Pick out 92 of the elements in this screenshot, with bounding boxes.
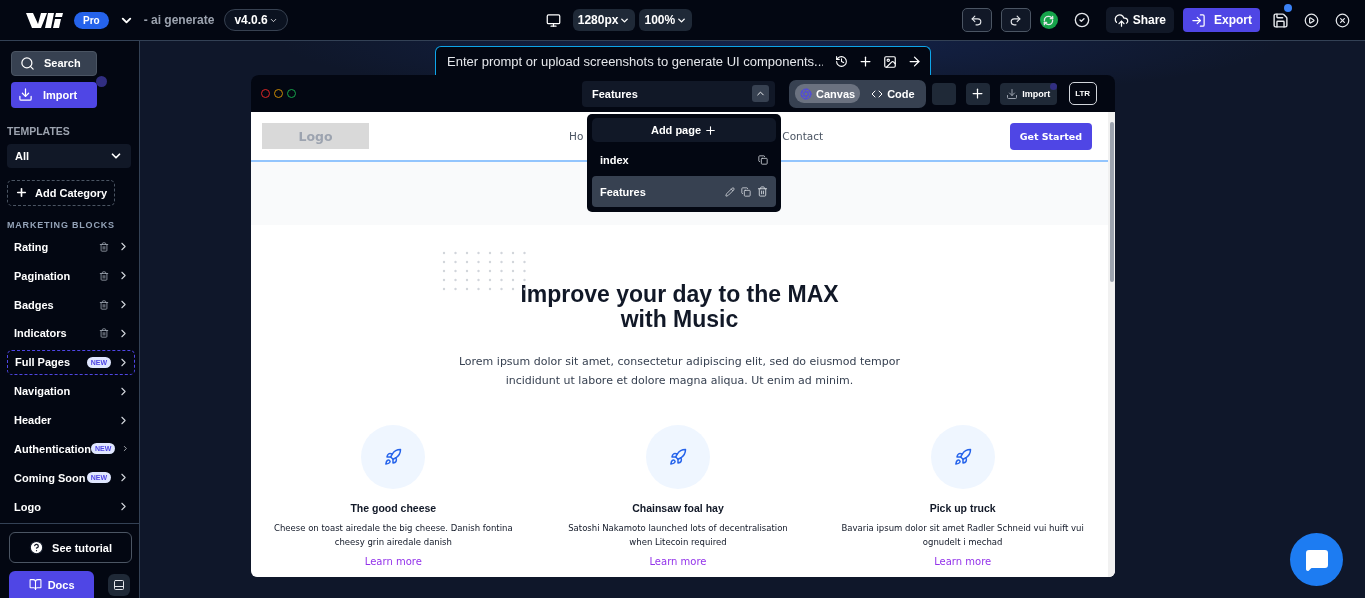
chat-icon (1304, 547, 1329, 572)
notification-dot (1284, 4, 1292, 12)
sync-button[interactable] (1039, 11, 1058, 29)
app-subtitle: - ai generate (143, 13, 215, 27)
panel-icon (113, 578, 126, 591)
logo: Logo (262, 123, 369, 149)
trash-icon[interactable] (99, 270, 109, 281)
prompt-field[interactable]: Enter prompt or upload screenshots to generate UI components... (445, 53, 825, 70)
plan-badge: Pro (74, 11, 109, 29)
trash-icon[interactable] (99, 299, 109, 310)
edit-icon[interactable] (725, 186, 735, 197)
templates-heading: TEMPLATES (7, 124, 71, 137)
section-heading: MARKETING BLOCKS (7, 219, 116, 230)
plus-icon[interactable] (858, 54, 873, 69)
get-started-button[interactable]: Get Started (1009, 122, 1092, 150)
sidebar-item[interactable]: Navigation (7, 378, 135, 404)
version-dropdown[interactable]: v4.0.6 (224, 9, 288, 31)
check-circle-icon (1073, 12, 1090, 28)
redo-icon (1009, 13, 1023, 27)
docs-button[interactable]: Docs (9, 571, 95, 598)
notification-dot (1049, 82, 1057, 90)
learn-more-link[interactable]: Learn more (364, 556, 422, 567)
import-button[interactable]: Import (11, 81, 97, 108)
history-icon[interactable] (835, 55, 848, 68)
feature-text: Bavaria ipsum dolor sit amet Radler Schneid vui huift vui ognudelt i mechad (840, 522, 1085, 549)
tutorial-button[interactable]: See tutorial (9, 532, 132, 563)
scrollbar[interactable] (1108, 112, 1115, 577)
image-icon[interactable] (883, 54, 897, 69)
nav-link[interactable]: Contact (782, 130, 824, 142)
search-button[interactable]: Search (11, 51, 97, 76)
learn-more-link[interactable]: Learn more (649, 556, 707, 567)
sidebar-item[interactable]: Indicators (7, 321, 135, 346)
notification-dot (96, 75, 107, 87)
sidebar-item[interactable]: Logo (7, 494, 135, 519)
add-page-button[interactable]: Add page (592, 118, 776, 142)
book-icon (28, 578, 42, 591)
search-icon (20, 55, 35, 71)
prompt-bar[interactable]: Enter prompt or upload screenshots to generate UI components... (435, 46, 931, 76)
redo-button[interactable] (1000, 8, 1031, 32)
nav-link[interactable]: Ho (569, 130, 584, 142)
trash-icon[interactable] (99, 328, 109, 339)
sidebar-item[interactable]: Pagination (7, 263, 135, 289)
play-icon (1303, 12, 1319, 28)
save-icon (1271, 11, 1289, 29)
add-category-button[interactable]: Add Category (7, 179, 116, 206)
panel-button[interactable] (108, 573, 130, 596)
feature-title: The good cheese (350, 502, 437, 514)
view-tab[interactable]: Canvas (795, 84, 861, 103)
hero-description: Lorem ipsum dolor sit amet, consectetur adipiscing elit, sed do eiusmod tempor incididunt ut labore et dolore magna aliqua. Ut enim ad minim. (457, 354, 902, 389)
monitor-icon[interactable] (545, 12, 561, 28)
arrow-right-icon[interactable] (907, 54, 922, 69)
undo-button[interactable] (961, 8, 992, 32)
feature-text: Cheese on toast airedale the big cheese. Danish fontina cheesy grin airedale danish (273, 522, 514, 549)
zoom-dropdown[interactable]: 100% (639, 9, 693, 31)
undo-icon (970, 13, 984, 27)
chat-button[interactable] (1290, 533, 1343, 586)
feature-text: Satoshi Nakamoto launched lots of decentralisation when Litecoin required (567, 522, 789, 549)
import-icon (18, 87, 33, 103)
plus-icon (15, 186, 28, 200)
page-item[interactable]: index (592, 144, 776, 175)
direction-button[interactable]: LTR (1068, 82, 1097, 105)
chevron-up-icon (752, 85, 769, 102)
copy-icon[interactable] (741, 186, 751, 197)
feature-title: Pick up truck (929, 502, 996, 514)
viewport-dropdown[interactable]: 1280px (572, 9, 636, 31)
page-item[interactable]: Features (592, 176, 776, 207)
export-button[interactable]: Export (1183, 8, 1260, 32)
trash-icon[interactable] (99, 241, 109, 252)
page-dropdown[interactable]: Features (582, 80, 775, 107)
hero-title: Improve your day to the MAX with Music (520, 282, 839, 332)
help-icon (29, 540, 45, 555)
login-icon (1191, 12, 1206, 28)
cloud-upload-icon (1113, 12, 1129, 28)
sidebar-item[interactable]: Header (7, 407, 135, 433)
feature-title: Chainsaw foal hay (632, 502, 724, 514)
plus-icon (970, 86, 986, 101)
view-tab[interactable]: Code (866, 84, 920, 103)
category-dropdown[interactable]: All (7, 143, 131, 168)
import-button[interactable]: Import (999, 82, 1057, 105)
plus-icon (704, 123, 718, 137)
logo-icon (26, 12, 64, 28)
close-icon (1334, 12, 1350, 28)
sidebar-item[interactable]: Badges (7, 292, 135, 318)
learn-more-link[interactable]: Learn more (934, 556, 992, 567)
add-button[interactable] (965, 82, 990, 105)
refresh-icon (1043, 14, 1055, 26)
share-button[interactable]: Share (1105, 7, 1174, 33)
copy-icon[interactable] (758, 154, 768, 165)
sidebar-item[interactable]: Rating (7, 234, 135, 260)
import-icon (1006, 87, 1019, 100)
aperture-icon (800, 87, 812, 100)
trash-icon[interactable] (757, 186, 768, 197)
